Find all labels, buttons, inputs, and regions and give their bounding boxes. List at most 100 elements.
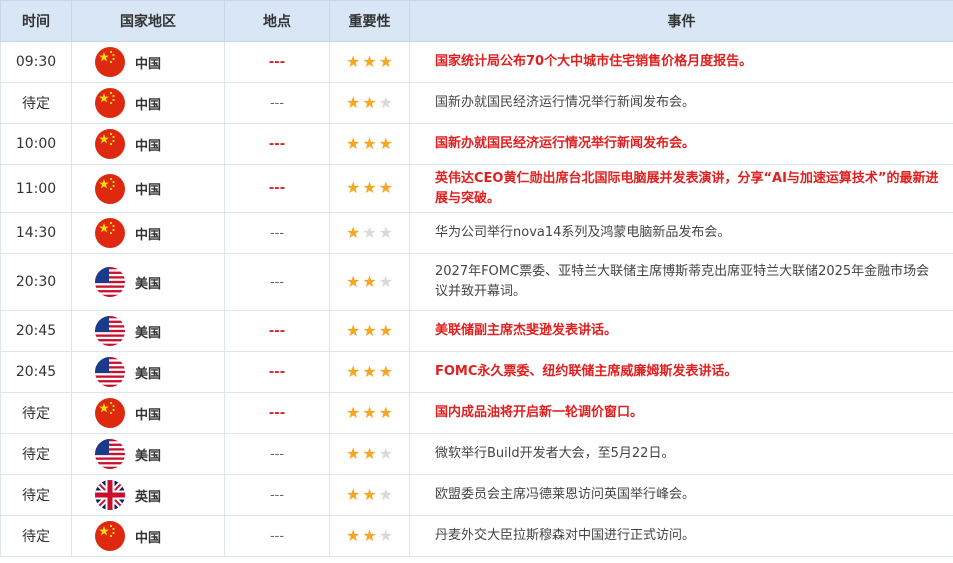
time-cell: 20:30 bbox=[0, 253, 72, 311]
table-row: 14:30 中国 --- ★ ★ ★ 华为公司举行nova14系列及鸿蒙电脑新品发布会。 bbox=[0, 212, 953, 254]
star-empty-icon: ★ bbox=[378, 525, 394, 545]
china-flag-icon bbox=[95, 398, 125, 428]
country-name: 美国 bbox=[135, 325, 162, 341]
importance-cell: ★ ★ ★ bbox=[329, 41, 410, 83]
importance-cell: ★ ★ ★ bbox=[329, 253, 410, 311]
economic-calendar-table: 时间 国家地区 地点 重要性 事件 09:30 中国 --- ★ ★ ★ 国家统计局公布70… bbox=[0, 0, 953, 557]
header-location: 地点 bbox=[224, 0, 330, 42]
location-cell: --- bbox=[224, 41, 330, 83]
table-body: 09:30 中国 --- ★ ★ ★ 国家统计局公布70个大中城市住宅销售价格月度报告。 待定… bbox=[0, 41, 953, 557]
event-cell: 英伟达CEO黄仁勋出席台北国际电脑展并发表演讲，分享“AI与加速运算技术”的最新… bbox=[409, 164, 953, 213]
importance-cell: ★ ★ ★ bbox=[329, 310, 410, 352]
star-filled-icon: ★ bbox=[362, 402, 377, 422]
star-filled-icon: ★ bbox=[345, 133, 361, 153]
country-name: 中国 bbox=[135, 227, 162, 243]
country-name: 中国 bbox=[135, 530, 162, 546]
header-country: 国家地区 bbox=[71, 0, 225, 42]
country-cell: 中国 bbox=[71, 164, 225, 213]
country-name: 美国 bbox=[135, 366, 162, 382]
table-row: 待定 美国 --- ★ ★ ★ 微软举行Build开发者大会，至5月22日。 bbox=[0, 433, 953, 475]
time-cell: 待定 bbox=[0, 433, 72, 475]
star-filled-icon: ★ bbox=[345, 51, 361, 71]
star-filled-icon: ★ bbox=[362, 271, 377, 291]
importance-cell: ★ ★ ★ bbox=[329, 392, 410, 434]
location-cell: --- bbox=[224, 164, 330, 213]
table-row: 20:45 美国 --- ★ ★ ★ 美联储副主席杰斐逊发表讲话。 bbox=[0, 310, 953, 352]
importance-cell: ★ ★ ★ bbox=[329, 123, 410, 165]
importance-cell: ★ ★ ★ bbox=[329, 164, 410, 213]
star-filled-icon: ★ bbox=[362, 92, 377, 112]
importance-cell: ★ ★ ★ bbox=[329, 212, 410, 254]
time-cell: 09:30 bbox=[0, 41, 72, 83]
event-cell: 国新办就国民经济运行情况举行新闻发布会。 bbox=[409, 82, 953, 124]
time-cell: 10:00 bbox=[0, 123, 72, 165]
usa-flag-icon bbox=[95, 357, 125, 387]
star-filled-icon: ★ bbox=[378, 51, 394, 71]
china-flag-icon bbox=[95, 47, 125, 77]
header-time: 时间 bbox=[0, 0, 72, 42]
star-filled-icon: ★ bbox=[362, 178, 377, 197]
star-empty-icon: ★ bbox=[378, 92, 394, 112]
time-cell: 待定 bbox=[0, 515, 72, 557]
location-cell: --- bbox=[224, 515, 330, 557]
star-empty-icon: ★ bbox=[378, 443, 394, 463]
country-cell: 中国 bbox=[71, 82, 225, 124]
location-cell: --- bbox=[224, 474, 330, 516]
event-cell: 美联储副主席杰斐逊发表讲话。 bbox=[409, 310, 953, 352]
country-name: 中国 bbox=[135, 97, 162, 113]
star-filled-icon: ★ bbox=[345, 443, 361, 463]
country-cell: 美国 bbox=[71, 351, 225, 393]
table-row: 20:30 美国 --- ★ ★ ★ 2027年FOMC票委、亚特兰大联储主席博斯蒂克出席亚… bbox=[0, 253, 953, 311]
star-filled-icon: ★ bbox=[362, 320, 377, 340]
header-importance: 重要性 bbox=[329, 0, 410, 42]
table-row: 待定 英国 --- ★ ★ ★ 欧盟委员会主席冯德莱恩访问英国举行峰会。 bbox=[0, 474, 953, 516]
location-cell: --- bbox=[224, 212, 330, 254]
table-row: 10:00 中国 --- ★ ★ ★ 国新办就国民经济运行情况举行新闻发布会。 bbox=[0, 123, 953, 165]
star-filled-icon: ★ bbox=[362, 51, 377, 71]
country-cell: 中国 bbox=[71, 392, 225, 434]
event-cell: 华为公司举行nova14系列及鸿蒙电脑新品发布会。 bbox=[409, 212, 953, 254]
country-name: 中国 bbox=[135, 138, 162, 154]
uk-flag-icon bbox=[95, 480, 125, 510]
time-cell: 待定 bbox=[0, 82, 72, 124]
star-empty-icon: ★ bbox=[378, 484, 394, 504]
usa-flag-icon bbox=[95, 439, 125, 469]
china-flag-icon bbox=[95, 521, 125, 551]
country-cell: 美国 bbox=[71, 433, 225, 475]
star-filled-icon: ★ bbox=[362, 525, 377, 545]
importance-cell: ★ ★ ★ bbox=[329, 433, 410, 475]
country-cell: 美国 bbox=[71, 253, 225, 311]
event-cell: 国家统计局公布70个大中城市住宅销售价格月度报告。 bbox=[409, 41, 953, 83]
star-filled-icon: ★ bbox=[345, 484, 361, 504]
star-empty-icon: ★ bbox=[378, 222, 394, 242]
table-row: 20:45 美国 --- ★ ★ ★ FOMC永久票委、纽约联储主席威廉姆斯发表讲话。 bbox=[0, 351, 953, 393]
header-event: 事件 bbox=[409, 0, 953, 42]
importance-cell: ★ ★ ★ bbox=[329, 351, 410, 393]
country-name: 美国 bbox=[135, 448, 162, 464]
location-cell: --- bbox=[224, 253, 330, 311]
star-filled-icon: ★ bbox=[378, 361, 394, 381]
time-cell: 20:45 bbox=[0, 351, 72, 393]
country-cell: 美国 bbox=[71, 310, 225, 352]
star-filled-icon: ★ bbox=[362, 484, 377, 504]
location-cell: --- bbox=[224, 433, 330, 475]
location-cell: --- bbox=[224, 310, 330, 352]
star-filled-icon: ★ bbox=[378, 320, 394, 340]
location-cell: --- bbox=[224, 392, 330, 434]
table-row: 待定 中国 --- ★ ★ ★ 丹麦外交大臣拉斯穆森对中国进行正式访问。 bbox=[0, 515, 953, 557]
star-filled-icon: ★ bbox=[378, 178, 394, 197]
time-cell: 11:00 bbox=[0, 164, 72, 213]
event-cell: 欧盟委员会主席冯德莱恩访问英国举行峰会。 bbox=[409, 474, 953, 516]
table-row: 待定 中国 --- ★ ★ ★ 国内成品油将开启新一轮调价窗口。 bbox=[0, 392, 953, 434]
china-flag-icon bbox=[95, 88, 125, 118]
table-row: 09:30 中国 --- ★ ★ ★ 国家统计局公布70个大中城市住宅销售价格月度报告。 bbox=[0, 41, 953, 83]
table-row: 待定 中国 --- ★ ★ ★ 国新办就国民经济运行情况举行新闻发布会。 bbox=[0, 82, 953, 124]
country-name: 英国 bbox=[135, 489, 162, 505]
china-flag-icon bbox=[95, 173, 125, 204]
star-empty-icon: ★ bbox=[362, 222, 377, 242]
country-cell: 中国 bbox=[71, 212, 225, 254]
star-filled-icon: ★ bbox=[345, 525, 361, 545]
event-cell: 国新办就国民经济运行情况举行新闻发布会。 bbox=[409, 123, 953, 165]
time-cell: 待定 bbox=[0, 392, 72, 434]
star-empty-icon: ★ bbox=[378, 271, 394, 291]
